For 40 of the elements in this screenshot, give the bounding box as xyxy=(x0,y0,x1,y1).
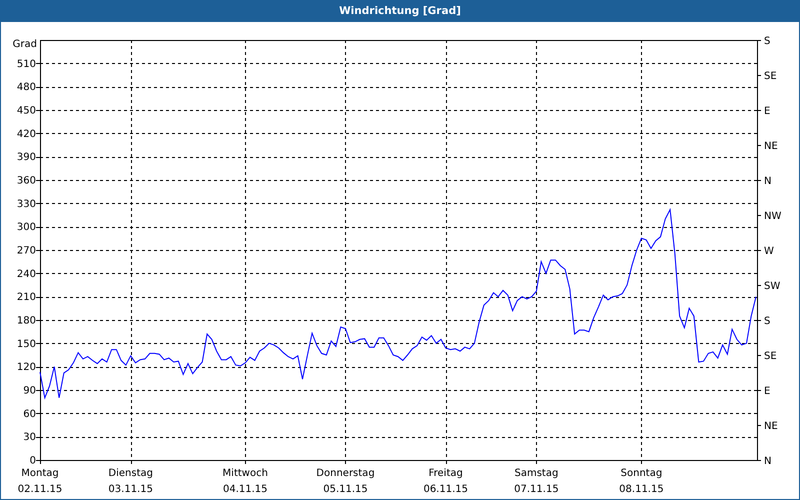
compass-tick-label: E xyxy=(764,106,770,117)
compass-tick-label: W xyxy=(764,246,774,257)
y-tick-label: 150 xyxy=(16,338,36,350)
compass-tick-label: SE xyxy=(764,351,777,362)
y-tick-label: 180 xyxy=(16,316,36,326)
compass-tick-label: N xyxy=(764,456,772,467)
compass-tick-label: E xyxy=(764,386,770,397)
window-title: Windrichtung [Grad] xyxy=(339,5,461,17)
y-tick-label: 0 xyxy=(30,456,36,466)
y-tick-label: 480 xyxy=(16,82,36,94)
y-tick-label: 390 xyxy=(16,152,36,164)
x-tick-label: Dienstag 03.11.15 xyxy=(108,468,153,495)
compass-tick-label: SW xyxy=(764,281,780,292)
x-tick-label: Donnerstag 05.11.15 xyxy=(316,468,375,495)
compass-tick-label: NE xyxy=(764,421,778,432)
x-tick-label: Mittwoch 04.11.15 xyxy=(222,468,268,495)
y-tick-label: 360 xyxy=(16,176,36,186)
y-tick-label: 210 xyxy=(16,292,36,304)
y-tick-label: 60 xyxy=(23,408,36,420)
y-tick-label: 30 xyxy=(23,432,36,444)
y-tick-label: 120 xyxy=(16,362,36,374)
y-tick-label: 240 xyxy=(16,268,36,280)
y-tick-label: 90 xyxy=(23,386,36,396)
y-tick-label: 270 xyxy=(16,246,36,256)
compass-tick-label: NW xyxy=(764,211,782,222)
y-tick-label: 300 xyxy=(16,222,36,234)
y-tick-label: 450 xyxy=(16,106,36,116)
y-tick-label: 510 xyxy=(16,58,36,70)
x-tick-label: Sonntag 08.11.15 xyxy=(619,468,664,495)
y-tick-label: 420 xyxy=(16,128,36,140)
compass-tick-label: NE xyxy=(764,141,778,152)
y-tick-label: 330 xyxy=(16,198,36,210)
x-tick-label: Samstag 07.11.15 xyxy=(514,468,559,495)
compass-tick-label: S xyxy=(764,36,770,47)
x-tick-label: Montag 02.11.15 xyxy=(18,468,62,495)
compass-tick-label: S xyxy=(764,316,770,327)
compass-tick-label: N xyxy=(764,176,772,187)
y-axis-title: Grad xyxy=(12,39,37,50)
compass-tick-label: SE xyxy=(764,71,777,82)
x-tick-label: Freitag 06.11.15 xyxy=(423,468,468,495)
